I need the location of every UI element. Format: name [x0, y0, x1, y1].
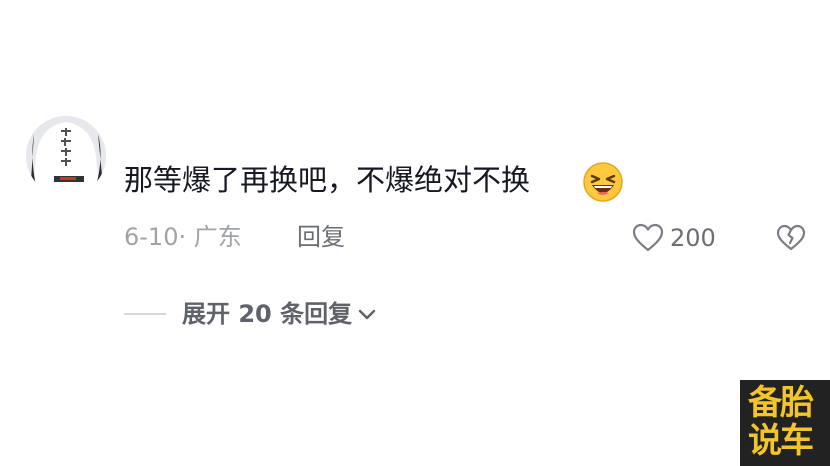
- expand-replies-button[interactable]: 展开 20 条回复: [182, 297, 378, 331]
- comment-meta: 6-10· 广东: [124, 223, 242, 251]
- expand-replies-label: 展开 20 条回复: [182, 300, 353, 328]
- reply-divider: [124, 313, 166, 315]
- reply-button[interactable]: 回复: [297, 221, 345, 253]
- chevron-down-icon: [358, 309, 376, 320]
- logo-line-2: 说车: [748, 421, 814, 461]
- broken-heart-icon[interactable]: [776, 224, 806, 252]
- logo-line-1: 备胎: [748, 383, 814, 423]
- heart-icon: [632, 223, 664, 252]
- like-count: 200: [670, 224, 716, 252]
- avatar[interactable]: [26, 116, 106, 196]
- like-button[interactable]: 200: [632, 222, 716, 254]
- watermark-logo: 备胎 说车: [740, 380, 830, 466]
- comment-text: 那等爆了再换吧，不爆绝对不换: [124, 163, 531, 197]
- avatar-image: [26, 116, 106, 196]
- laughing-emoji-icon: [583, 162, 623, 202]
- comment-screen: 那等爆了再换吧，不爆绝对不换 6-10· 广东 回复 200 展开 20 条回复…: [0, 0, 830, 466]
